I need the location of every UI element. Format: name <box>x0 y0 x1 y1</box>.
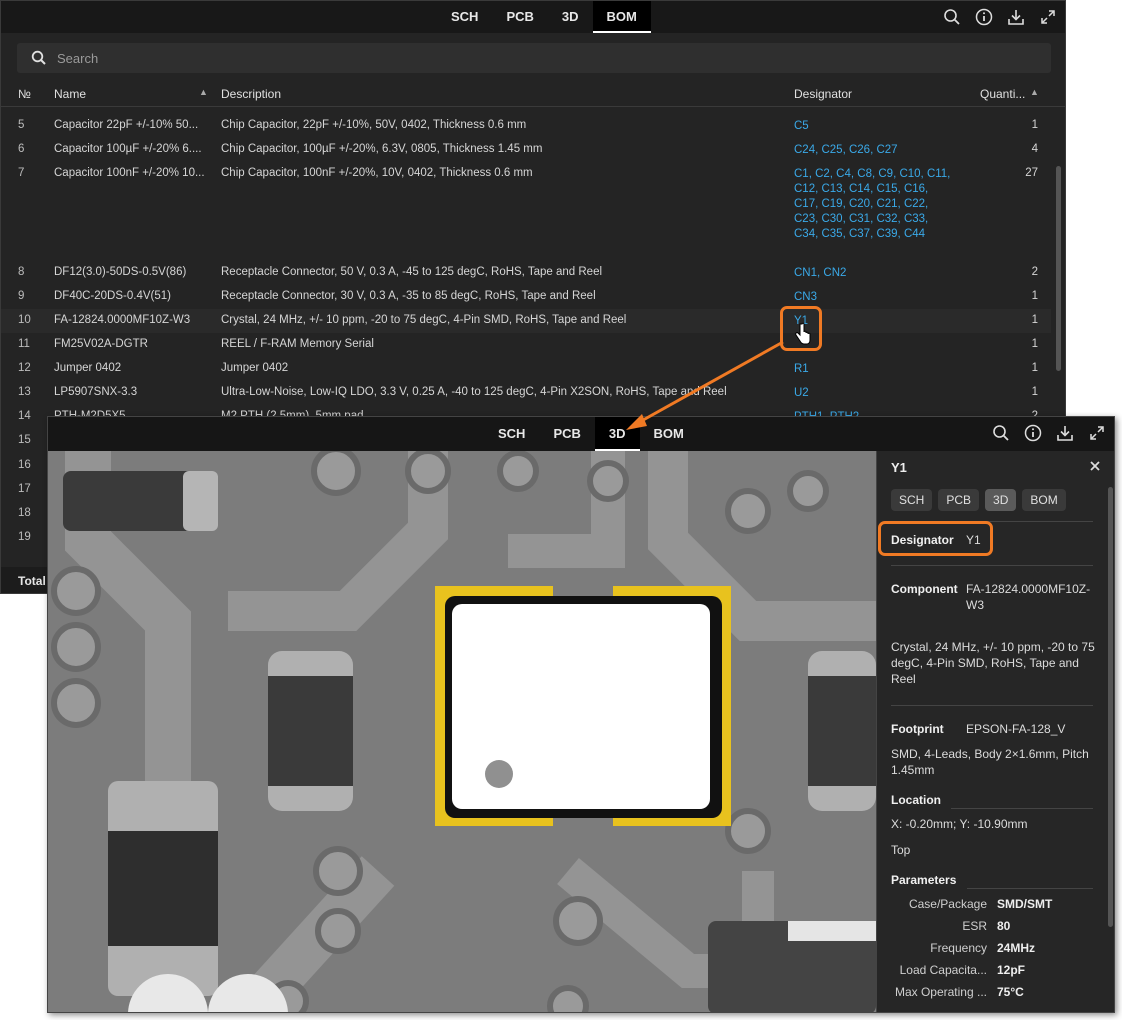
toolbar-icons <box>943 1 1057 33</box>
search-input[interactable] <box>55 49 955 67</box>
sort-icon[interactable]: ▲ <box>1030 87 1039 97</box>
hand-cursor-icon <box>795 322 811 345</box>
location-label: Location <box>891 793 941 807</box>
info-icon[interactable] <box>975 8 993 26</box>
fullscreen-icon[interactable] <box>1039 8 1057 26</box>
panel-tab-sch[interactable]: SCH <box>891 489 933 511</box>
footprint-description: SMD, 4-Leads, Body 2×1.6mm, Pitch 1.45mm <box>891 747 1089 777</box>
scrollbar[interactable] <box>1108 487 1113 927</box>
tab-bom[interactable]: BOM <box>640 417 698 451</box>
designator-callout <box>878 521 993 556</box>
table-row[interactable]: 10 FA-12824.0000MF10Z-W3 Crystal, 24 MHz… <box>1 309 1051 333</box>
view-tabs: SCH PCB 3D BOM <box>484 417 698 451</box>
sort-icon[interactable]: ▲ <box>199 87 208 97</box>
3d-canvas[interactable] <box>48 446 876 1012</box>
component-label: Component <box>891 582 958 596</box>
panel-tab-3d[interactable]: 3D <box>985 489 1017 511</box>
search-bar <box>17 43 1051 73</box>
search-icon[interactable] <box>992 424 1010 442</box>
search-icon[interactable] <box>943 8 961 26</box>
param-key: Frequency <box>930 941 987 955</box>
designator-link[interactable]: C1, C2, C4, C8, C9, C10, C11, C12, C13, … <box>794 167 954 242</box>
component-value: FA-12824.0000MF10Z-W3 <box>966 582 1091 612</box>
toolbar-icons <box>992 417 1106 449</box>
download-icon[interactable] <box>1056 424 1074 442</box>
param-key: ESR <box>962 919 987 933</box>
divider <box>967 888 1093 889</box>
download-icon[interactable] <box>1007 8 1025 26</box>
designator-link[interactable]: CN3 <box>794 290 964 305</box>
param-value: 80 <box>997 919 1011 933</box>
col-no[interactable]: № <box>18 87 31 101</box>
location-value: X: -0.20mm; Y: -10.90mm <box>891 817 1028 831</box>
footprint-label: Footprint <box>891 722 944 736</box>
designator-link[interactable]: C24, C25, C26, C27 <box>794 143 964 158</box>
panel-tab-pcb[interactable]: PCB <box>938 489 980 511</box>
param-value: 24MHz <box>997 941 1036 955</box>
col-name[interactable]: Name <box>54 87 86 101</box>
designator-link[interactable]: C5 <box>794 119 964 134</box>
designator-link[interactable]: U2 <box>794 386 964 401</box>
fullscreen-icon[interactable] <box>1088 424 1106 442</box>
component-description: Crystal, 24 MHz, +/- 10 ppm, -20 to 75 d… <box>891 640 1095 686</box>
table-header: № Name ▲ Description Designator Quanti..… <box>1 83 1065 107</box>
col-designator[interactable]: Designator <box>794 87 852 101</box>
3d-view-window: SCH PCB 3D BOM Y1 SCH PCB 3D BOM Designa… <box>47 416 1115 1013</box>
param-key: Case/Package <box>908 897 987 911</box>
tab-3d[interactable]: 3D <box>548 1 593 33</box>
tab-bom[interactable]: BOM <box>592 1 651 33</box>
param-key: Max Operating ... <box>894 985 987 999</box>
top-bar: SCH PCB 3D BOM <box>1 1 1065 33</box>
footprint-value: EPSON-FA-128_V <box>966 722 1066 736</box>
info-icon[interactable] <box>1024 424 1042 442</box>
search-icon <box>31 50 46 65</box>
panel-tab-bom[interactable]: BOM <box>1022 489 1066 511</box>
tab-sch[interactable]: SCH <box>437 1 492 33</box>
panel-header: Y1 <box>877 451 1114 483</box>
divider <box>951 808 1093 809</box>
divider <box>891 705 1093 706</box>
tab-pcb[interactable]: PCB <box>539 417 594 451</box>
designator-link[interactable]: CN1, CN2 <box>794 266 964 281</box>
col-description[interactable]: Description <box>221 87 281 101</box>
pcb-3d-render <box>48 446 876 1012</box>
parameters-label: Parameters <box>891 873 957 887</box>
total-label: Total <box>18 574 46 588</box>
scrollbar[interactable] <box>1056 166 1061 371</box>
designator-link[interactable]: R1 <box>794 362 964 377</box>
location-side: Top <box>891 843 911 857</box>
param-value: SMD/SMT <box>997 897 1053 911</box>
panel-view-tabs: SCH PCB 3D BOM <box>891 489 1066 511</box>
panel-title: Y1 <box>891 460 907 475</box>
top-bar: SCH PCB 3D BOM <box>48 417 1114 451</box>
tab-3d[interactable]: 3D <box>594 417 640 451</box>
tab-pcb[interactable]: PCB <box>492 1 547 33</box>
col-quantity[interactable]: Quanti... <box>980 87 1025 101</box>
param-key: Load Capacita... <box>899 963 987 977</box>
param-value: 75°C <box>997 985 1024 999</box>
param-value: 12pF <box>997 963 1026 977</box>
divider <box>891 565 1093 566</box>
tab-sch[interactable]: SCH <box>484 417 539 451</box>
close-icon[interactable] <box>1088 459 1102 473</box>
view-tabs: SCH PCB 3D BOM <box>437 1 651 33</box>
